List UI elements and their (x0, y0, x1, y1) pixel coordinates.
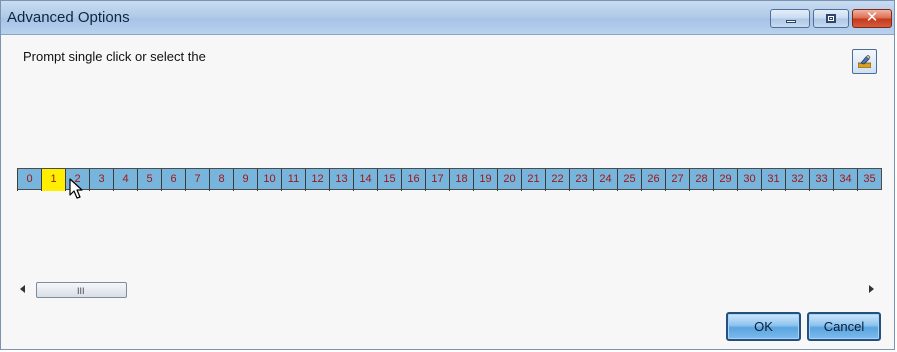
ruler-cell[interactable]: 17 (425, 169, 449, 191)
ruler-cell[interactable]: 13 (329, 169, 353, 191)
ruler-cell[interactable]: 11 (281, 169, 305, 191)
scroll-left-arrow-icon[interactable] (20, 285, 25, 293)
minimize-icon (786, 20, 796, 23)
ruler-cell[interactable]: 29 (713, 169, 737, 191)
ruler-cell[interactable]: 3 (89, 169, 113, 191)
ruler-cell[interactable]: 15 (377, 169, 401, 191)
ruler-cell[interactable]: 0 (17, 169, 41, 191)
ruler-cell[interactable]: 26 (641, 169, 665, 191)
ruler-cell[interactable]: 33 (809, 169, 833, 191)
ruler-cell[interactable]: 23 (569, 169, 593, 191)
ruler-cell[interactable]: 31 (761, 169, 785, 191)
ruler-cell[interactable]: 28 (689, 169, 713, 191)
window-title: Advanced Options (7, 9, 130, 26)
title-bar[interactable]: Advanced Options ✕ (1, 1, 894, 35)
scrollbar-thumb[interactable]: III (36, 282, 127, 298)
restore-icon (826, 14, 836, 23)
ruler-cell[interactable]: 9 (233, 169, 257, 191)
ruler-cell[interactable]: 32 (785, 169, 809, 191)
scroll-right-arrow-icon[interactable] (869, 285, 874, 293)
ruler-cell[interactable]: 24 (593, 169, 617, 191)
ruler-cell[interactable]: 21 (521, 169, 545, 191)
ruler-cell[interactable]: 8 (209, 169, 233, 191)
ruler-cell[interactable]: 34 (833, 169, 857, 191)
ruler-cell[interactable]: 25 (617, 169, 641, 191)
horizontal-scrollbar[interactable]: III (12, 282, 882, 300)
ruler-cell[interactable]: 30 (737, 169, 761, 191)
ruler-cell[interactable]: 27 (665, 169, 689, 191)
ruler-cell[interactable]: 7 (185, 169, 209, 191)
ruler-cell[interactable]: 6 (161, 169, 185, 191)
ruler-cell[interactable]: 14 (353, 169, 377, 191)
ok-button[interactable]: OK (726, 312, 801, 341)
brush-tool-button[interactable] (852, 49, 877, 74)
brush-icon (858, 55, 871, 68)
ruler-cell[interactable]: 16 (401, 169, 425, 191)
close-button[interactable]: ✕ (852, 8, 892, 28)
ruler-cell[interactable]: 19 (473, 169, 497, 191)
ruler-cell[interactable]: 22 (545, 169, 569, 191)
ruler-cell[interactable]: 5 (137, 169, 161, 191)
index-ruler: 0 1 2 3 4 5 6 7 8 9 10 11 12 13 14 15 16 17 18 19 20 21 22 23 24… (17, 168, 882, 191)
cancel-button[interactable]: Cancel (807, 312, 881, 341)
scrollbar-grip: III (77, 286, 85, 296)
ruler-cell[interactable]: 1 (41, 169, 65, 191)
dialog-body: Prompt single click or select the 012345… (2, 35, 893, 349)
ruler-cell[interactable]: 10 (257, 169, 281, 191)
ruler-cell[interactable]: 20 (497, 169, 521, 191)
ruler-cell[interactable]: 4 (113, 169, 137, 191)
mouse-pointer-icon (69, 178, 83, 199)
close-icon: ✕ (865, 8, 879, 26)
minimize-button[interactable] (770, 9, 810, 28)
ruler-cell[interactable]: 35 (857, 169, 881, 191)
ruler-cell[interactable]: 12 (305, 169, 329, 191)
advanced-options-window: Advanced Options ✕ Prompt single click o… (0, 0, 895, 350)
maximize-button[interactable] (813, 9, 849, 28)
ruler-cell[interactable]: 18 (449, 169, 473, 191)
prompt-text: Prompt single click or select the (23, 49, 206, 64)
